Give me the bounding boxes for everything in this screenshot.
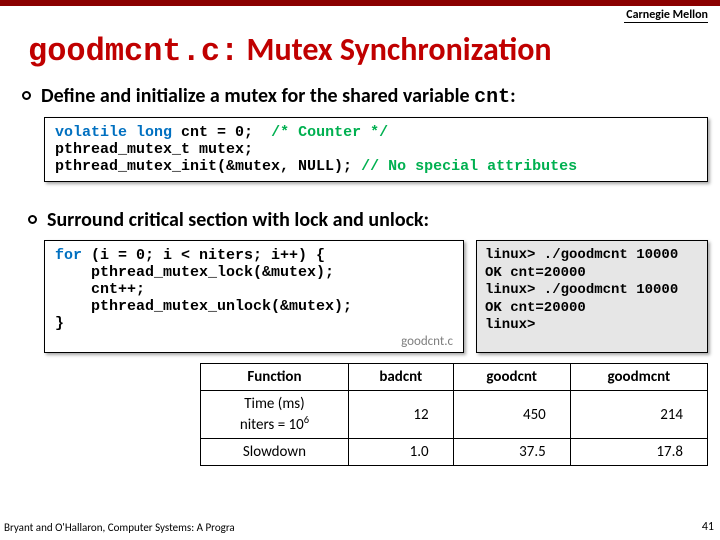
institution-label: Carnegie Mellon bbox=[626, 8, 708, 22]
th-goodmcnt: goodmcnt bbox=[570, 364, 707, 391]
slide: Carnegie Mellon goodmcnt.c: Mutex Synchr… bbox=[0, 0, 720, 540]
bullet-2: Surround critical section with lock and … bbox=[28, 208, 720, 232]
th-badcnt: badcnt bbox=[348, 364, 453, 391]
cell-slow-badcnt: 1.0 bbox=[348, 439, 453, 466]
code2-l5: } bbox=[55, 315, 64, 332]
footer-credit: Bryant and O'Hallaron, Computer Systems:… bbox=[4, 521, 235, 534]
code2-filename: goodcnt.c bbox=[401, 334, 453, 349]
title-code: goodmcnt.c: bbox=[28, 33, 239, 70]
bullet-icon bbox=[22, 91, 31, 100]
code1-l3a: pthread_mutex_init(&mutex, NULL); bbox=[55, 158, 361, 175]
cell-time-goodcnt: 450 bbox=[453, 391, 570, 439]
top-red-bar bbox=[0, 0, 720, 6]
table-row: Time (ms) niters = 106 12 450 214 bbox=[201, 391, 708, 439]
code-block-2: for (i = 0; i < niters; i++) { pthread_m… bbox=[44, 240, 464, 353]
th-goodcnt: goodcnt bbox=[453, 364, 570, 391]
row-time-label: Time (ms) niters = 106 bbox=[201, 391, 349, 439]
bullet-1: Define and initialize a mutex for the sh… bbox=[22, 84, 720, 109]
code1-cmt2: // No special attributes bbox=[361, 158, 577, 175]
code-block-1: volatile long cnt = 0; /* Counter */ pth… bbox=[44, 117, 708, 182]
bullet-1-text: Define and initialize a mutex for the sh… bbox=[41, 84, 516, 109]
cell-time-goodmcnt: 214 bbox=[570, 391, 707, 439]
code2-l2: pthread_mutex_lock(&mutex); bbox=[55, 264, 334, 281]
table-row: Slowdown 1.0 37.5 17.8 bbox=[201, 439, 708, 466]
code2-l1b: (i = 0; i < niters; i++) { bbox=[82, 247, 325, 264]
row-time-a: Time (ms) bbox=[244, 395, 305, 413]
code1-l2: pthread_mutex_t mutex; bbox=[55, 141, 253, 158]
term-l2: OK cnt=20000 bbox=[485, 265, 586, 281]
title-text: Mutex Synchronization bbox=[239, 30, 551, 69]
term-l1: linux> ./goodmcnt 10000 bbox=[485, 247, 678, 263]
code2-l4: pthread_mutex_unlock(&mutex); bbox=[55, 298, 352, 315]
cell-slow-goodmcnt: 17.8 bbox=[570, 439, 707, 466]
code2-kw: for bbox=[55, 247, 82, 264]
code2-l3: cnt++; bbox=[55, 281, 145, 298]
terminal-output: linux> ./goodmcnt 10000 OK cnt=20000 lin… bbox=[476, 240, 708, 353]
bullet-1-mono: cnt bbox=[474, 86, 510, 109]
code1-l1b: cnt = 0; bbox=[172, 124, 271, 141]
bullet-1-pre: Define and initialize a mutex for the sh… bbox=[41, 84, 474, 108]
bullet-2-text: Surround critical section with lock and … bbox=[47, 208, 429, 232]
row-time-sup: 6 bbox=[304, 413, 309, 426]
page-number: 41 bbox=[702, 520, 714, 534]
institution-underline bbox=[624, 22, 708, 23]
bullet-icon bbox=[28, 215, 37, 224]
row-slowdown-label: Slowdown bbox=[201, 439, 349, 466]
slide-title: goodmcnt.c: Mutex Synchronization bbox=[28, 30, 720, 70]
cell-slow-goodcnt: 37.5 bbox=[453, 439, 570, 466]
timing-table: Function badcnt goodcnt goodmcnt Time (m… bbox=[200, 363, 708, 466]
term-l3: linux> ./goodmcnt 10000 bbox=[485, 282, 678, 298]
bullet-1-post: : bbox=[510, 84, 516, 108]
timing-table-wrap: Function badcnt goodcnt goodmcnt Time (m… bbox=[200, 363, 708, 466]
term-l4: OK cnt=20000 bbox=[485, 300, 586, 316]
cell-time-badcnt: 12 bbox=[348, 391, 453, 439]
code1-kw: volatile long bbox=[55, 124, 172, 141]
row-time-b: niters = 10 bbox=[240, 416, 304, 434]
table-header-row: Function badcnt goodcnt goodmcnt bbox=[201, 364, 708, 391]
th-function: Function bbox=[201, 364, 349, 391]
term-l5: linux> bbox=[485, 317, 535, 333]
code1-cmt1: /* Counter */ bbox=[271, 124, 388, 141]
code-and-terminal-row: for (i = 0; i < niters; i++) { pthread_m… bbox=[44, 240, 708, 353]
